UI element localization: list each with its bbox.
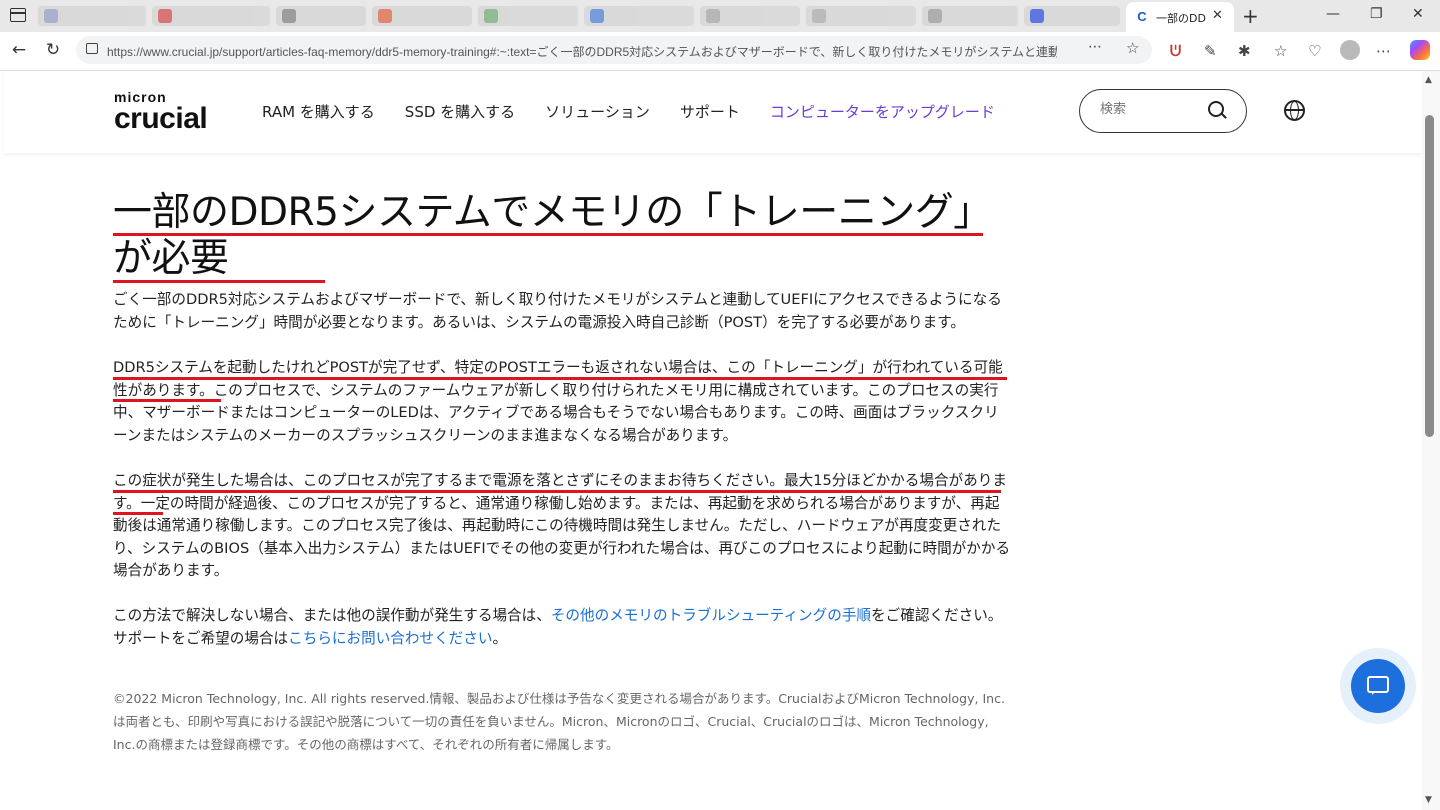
nav-solutions[interactable]: ソリューション bbox=[545, 101, 650, 122]
browser-tab[interactable] bbox=[276, 6, 366, 26]
tab-actions-icon[interactable] bbox=[10, 8, 26, 22]
settings-more-icon[interactable]: ⋯ bbox=[1376, 42, 1391, 60]
paragraph-4: この方法で解決しない場合、または他の誤作動が発生する場合は、その他のメモリのトラ… bbox=[113, 605, 1013, 650]
back-icon[interactable]: ← bbox=[8, 40, 30, 60]
address-bar[interactable]: https://www.crucial.jp/support/articles-… bbox=[76, 36, 1152, 64]
search-input[interactable] bbox=[1098, 101, 1202, 118]
browser-tab[interactable] bbox=[700, 6, 800, 26]
browser-tab[interactable] bbox=[372, 6, 472, 26]
extension-red-icon[interactable]: ᕫ bbox=[1170, 42, 1181, 60]
memory-troubleshooting-link[interactable]: その他のメモリのトラブルシューティングの手順 bbox=[551, 607, 871, 624]
close-tab-icon[interactable]: ✕ bbox=[1212, 8, 1223, 23]
favorites-icon[interactable]: ☆ bbox=[1274, 42, 1287, 60]
annotation-underline bbox=[113, 280, 325, 283]
paragraph-1: ごく一部のDDR5対応システムおよびマザーボードで、新しく取り付けたメモリがシス… bbox=[113, 291, 1002, 331]
url-text[interactable]: https://www.crucial.jp/support/articles-… bbox=[107, 43, 1057, 60]
article: 一部のDDR5システムでメモリの「トレーニング」が必要 ごく一部のDDR5対応シ… bbox=[113, 190, 1013, 752]
nav-upgrade-computer[interactable]: コンピューターをアップグレード bbox=[770, 101, 995, 122]
browser-essentials-icon[interactable]: ♡ bbox=[1308, 42, 1321, 60]
extensions-puzzle-icon[interactable]: ✱ bbox=[1238, 42, 1251, 60]
browser-tab[interactable] bbox=[38, 6, 146, 26]
annotation-underline bbox=[113, 490, 1001, 493]
favorite-star-icon[interactable]: ☆ bbox=[1126, 39, 1139, 57]
address-bar-row: ← ↻ https://www.crucial.jp/support/artic… bbox=[0, 32, 1440, 71]
main-navigation: RAM を購入する SSD を購入する ソリューション サポート コンピューター… bbox=[262, 101, 995, 122]
annotation-underline bbox=[113, 399, 221, 402]
reload-icon[interactable]: ↻ bbox=[42, 40, 64, 60]
annotation-underline bbox=[113, 512, 163, 515]
browser-tab-bar: C 一部のDDR5 ✕ + — ❐ ✕ bbox=[0, 0, 1440, 32]
paragraph-4-text: 。 bbox=[492, 629, 508, 647]
nav-buy-ssd[interactable]: SSD を購入する bbox=[405, 101, 515, 122]
browser-tab[interactable] bbox=[922, 6, 1018, 26]
new-tab-icon[interactable]: + bbox=[1242, 4, 1259, 28]
search-box[interactable] bbox=[1079, 89, 1247, 133]
active-tab-title: 一部のDDR5 bbox=[1156, 12, 1206, 25]
restore-icon[interactable]: ❐ bbox=[1370, 6, 1383, 22]
search-icon[interactable] bbox=[1208, 101, 1224, 117]
site-info-icon[interactable] bbox=[86, 43, 98, 54]
annotation-underline bbox=[113, 233, 983, 236]
paragraph-4-text: この方法で解決しない場合、または他の誤作動が発生する場合は、 bbox=[113, 607, 551, 624]
scroll-down-icon[interactable]: ▼ bbox=[1425, 795, 1432, 805]
copyright-footer: ©2022 Micron Technology, Inc. All rights… bbox=[113, 691, 1005, 752]
chat-button[interactable] bbox=[1351, 659, 1405, 713]
chat-bubble-icon bbox=[1367, 676, 1389, 695]
active-tab[interactable]: C 一部のDDR5 ✕ bbox=[1126, 2, 1234, 32]
nav-support[interactable]: サポート bbox=[680, 101, 740, 122]
page-title: 一部のDDR5システムでメモリの「トレーニング」が必要 bbox=[113, 190, 992, 281]
minimize-icon[interactable]: — bbox=[1326, 6, 1340, 22]
browser-tab[interactable] bbox=[1024, 6, 1120, 26]
crucial-logo[interactable]: micron crucial bbox=[114, 89, 208, 135]
profile-avatar[interactable] bbox=[1340, 40, 1360, 60]
scrollbar-thumb[interactable] bbox=[1425, 115, 1434, 437]
nav-buy-ram[interactable]: RAM を購入する bbox=[262, 101, 375, 122]
scroll-up-icon[interactable]: ▲ bbox=[1425, 75, 1432, 85]
annotation-underline bbox=[113, 377, 1007, 380]
browser-tab[interactable] bbox=[478, 6, 578, 26]
browser-tab[interactable] bbox=[584, 6, 694, 26]
logo-crucial-text: crucial bbox=[114, 102, 208, 135]
more-options-icon[interactable]: ⋯ bbox=[1088, 39, 1102, 55]
paragraph-2: DDR5システムを起動したけれどPOSTが完了せず、特定のPOSTエラーも返され… bbox=[113, 359, 1003, 444]
crucial-favicon-icon: C bbox=[1137, 9, 1147, 24]
browser-tab[interactable] bbox=[152, 6, 270, 26]
paragraph-3: この症状が発生した場合は、このプロセスが完了するまで電源を落とさずにそのままお待… bbox=[113, 472, 1011, 579]
globe-icon[interactable] bbox=[1284, 100, 1305, 121]
copilot-icon[interactable] bbox=[1410, 40, 1430, 60]
close-window-icon[interactable]: ✕ bbox=[1412, 6, 1424, 22]
browser-tab[interactable] bbox=[806, 6, 916, 26]
extension-icon[interactable]: ✎ bbox=[1204, 42, 1217, 60]
site-header: micron crucial RAM を購入する SSD を購入する ソリューシ… bbox=[4, 71, 1422, 153]
contact-us-link[interactable]: こちらにお問い合わせください bbox=[288, 630, 492, 647]
